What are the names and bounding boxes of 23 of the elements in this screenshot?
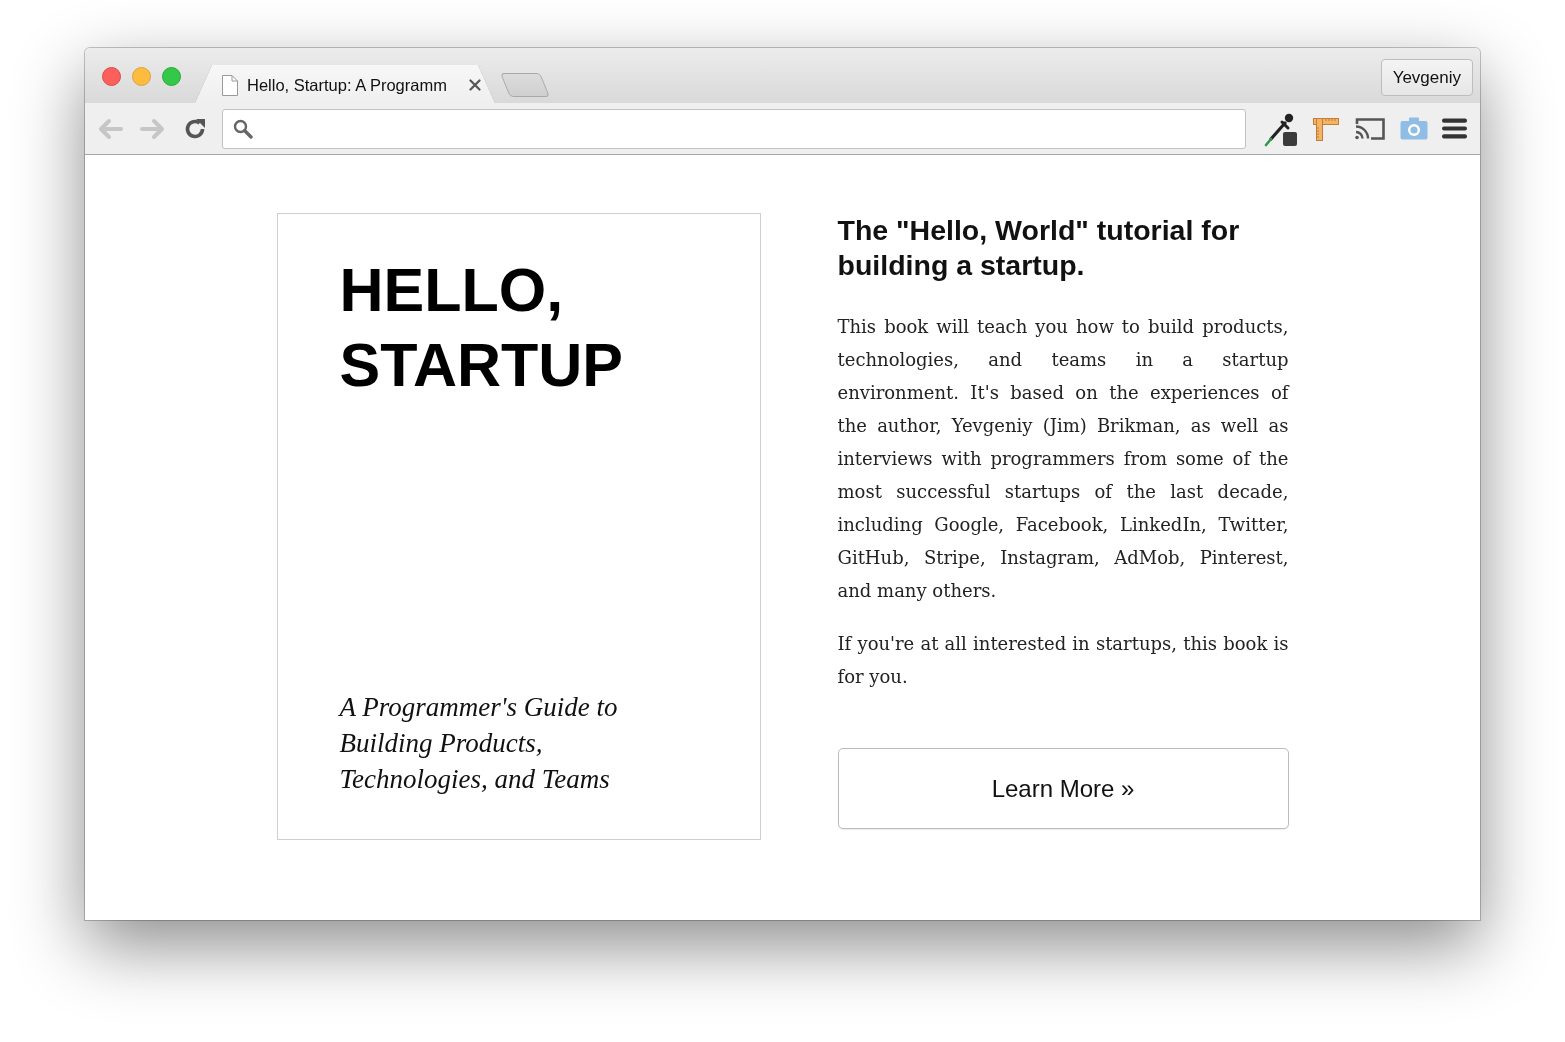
right-arrow-icon — [139, 117, 165, 140]
learn-more-button[interactable]: Learn More » — [837, 748, 1289, 829]
zoom-window-button[interactable] — [162, 67, 181, 86]
reload-icon — [183, 116, 207, 141]
intro-heading: The "Hello, World" tutorial for building a startup. — [837, 213, 1241, 283]
cast-icon[interactable] — [1354, 116, 1386, 141]
reload-button[interactable] — [183, 116, 207, 141]
page-icon — [222, 74, 238, 96]
book-subtitle: A Programmer's Guide to Building Products, Technologies, and Teams — [339, 691, 619, 796]
intro-paragraph: If you're at all interested in startups, this book is for you. — [837, 632, 1289, 689]
browser-tab[interactable]: Hello, Startup: A Programm — [195, 65, 495, 103]
profile-button[interactable]: Yevgeniy — [1380, 59, 1473, 96]
intro-paragraph: This book will teach you how to build products, technologies, and teams in a startup environment. It's based on the experiences of the author, Yevgeniy (Jim) Brikman, as well as interviews with programmers from some of the most successful startups of the last decade, including Google, Facebook, LinkedIn, Twitter, GitHub, Stripe, Instagram, AdMob, Pinterest, and many others. — [837, 315, 1289, 603]
minimize-window-button[interactable] — [132, 67, 151, 86]
left-arrow-icon — [98, 117, 124, 140]
menu-icon[interactable] — [1442, 118, 1467, 139]
ruler-icon[interactable] — [1312, 115, 1340, 142]
close-window-button[interactable] — [102, 67, 121, 86]
address-field[interactable] — [222, 108, 1246, 149]
search-icon — [233, 118, 253, 139]
camera-icon[interactable] — [1400, 117, 1428, 140]
book-title: HELLO, STARTUP — [339, 255, 625, 401]
close-icon[interactable] — [469, 79, 481, 91]
